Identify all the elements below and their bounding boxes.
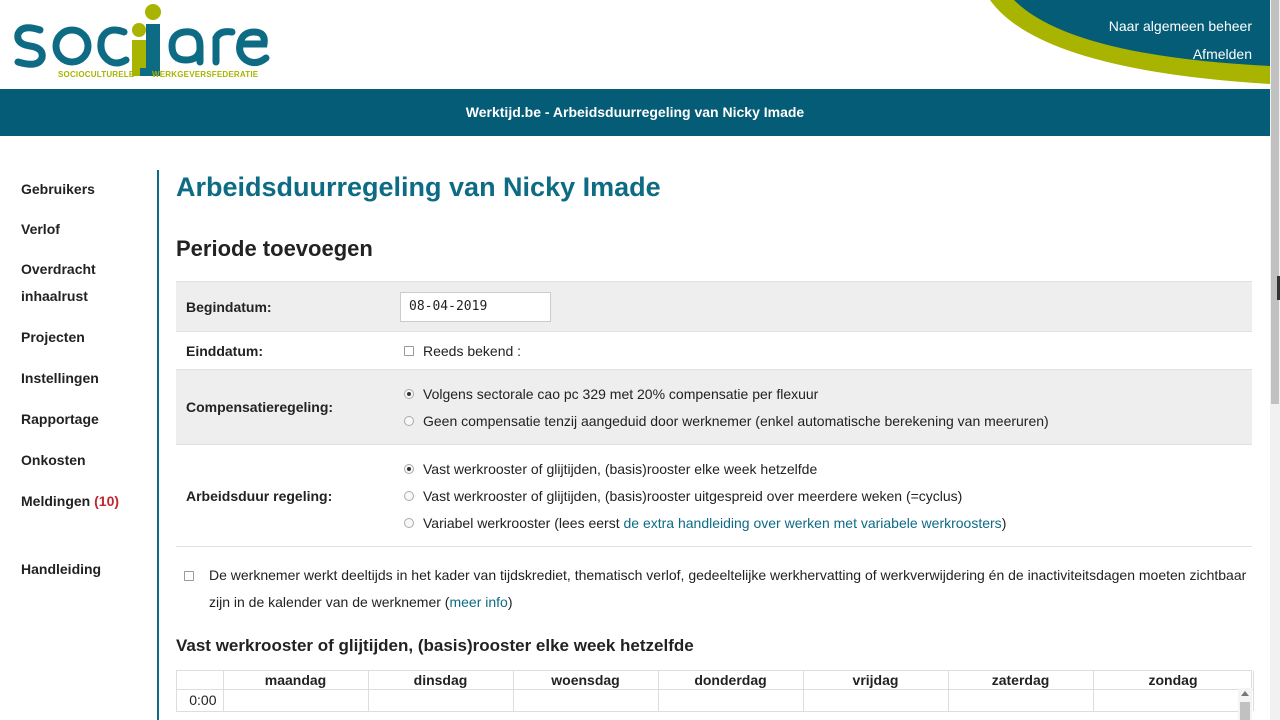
regime-option-variable-label[interactable]: Variabel werkrooster (lees eerst de extr… — [423, 515, 1006, 531]
schedule-cell[interactable] — [1093, 689, 1254, 711]
schedule-cell[interactable] — [658, 689, 804, 711]
general-admin-link[interactable]: Naar algemeen beheer — [1109, 12, 1252, 40]
compensation-row: Compensatieregeling: Volgens sectorale c… — [176, 369, 1252, 444]
day-header: woensdag — [513, 671, 659, 690]
schedule-cell[interactable] — [803, 689, 949, 711]
sidebar-item-handleiding[interactable]: Handleiding — [0, 556, 157, 583]
main-content: Arbeidsduurregeling van Nicky Imade Peri… — [176, 170, 1252, 264]
part-time-text-suffix: ) — [507, 594, 513, 610]
logout-link[interactable]: Afmelden — [1109, 40, 1252, 68]
variable-schedule-manual-link[interactable]: de extra handleiding over werken met var… — [623, 515, 1001, 531]
page-scroll-thumb[interactable] — [1271, 0, 1279, 404]
schedule-scrollbar[interactable] — [1238, 688, 1252, 720]
regime-option-variable-text: Variabel werkrooster (lees eerst — [423, 514, 624, 531]
schedule-scroll-thumb[interactable] — [1240, 702, 1250, 720]
logo-tagline-left: SOCIOCULTURELE — [58, 70, 135, 79]
regime-option-weekly-radio[interactable] — [404, 463, 414, 474]
section-heading: Periode toevoegen — [176, 236, 373, 261]
schedule-cell[interactable] — [368, 689, 514, 711]
regime-option-cycle-label[interactable]: Vast werkrooster of glijtijden, (basis)r… — [423, 488, 962, 504]
sidebar-item-rapportage[interactable]: Rapportage — [0, 406, 157, 433]
compensation-option-cao-label[interactable]: Volgens sectorale cao pc 329 met 20% com… — [423, 386, 818, 402]
compensation-label: Compensatieregeling: — [186, 399, 334, 415]
page-scrollbar[interactable] — [1270, 0, 1280, 720]
day-header: maandag — [223, 671, 369, 690]
compensation-option-none-label[interactable]: Geen compensatie tenzij aangeduid door w… — [423, 413, 1049, 429]
begin-date-input[interactable]: 08-04-2019 — [400, 291, 551, 322]
schedule-section-title: Vast werkrooster of glijtijden, (basis)r… — [176, 636, 694, 655]
sidebar-item-label: inhaalrust — [21, 288, 88, 304]
end-date-known-checkbox[interactable] — [404, 345, 414, 356]
page-title: Arbeidsduurregeling van Nicky Imade — [176, 172, 661, 202]
app-window: SOCIOCULTURELE WERKGEVERSFEDERATIE Naar … — [0, 0, 1280, 720]
sidebar-item-instellingen[interactable]: Instellingen — [0, 365, 157, 392]
time-label: 0:00 — [177, 689, 224, 711]
schedule-header-row: maandag dinsdag woensdag donderdag vrijd… — [177, 671, 1254, 690]
day-header: zondag — [1093, 671, 1254, 690]
day-header: zaterdag — [948, 671, 1094, 690]
part-time-note: De werknemer werkt deeltijds in het kade… — [176, 562, 1252, 616]
schedule-cell[interactable] — [513, 689, 659, 711]
day-header: vrijdag — [803, 671, 949, 690]
page-banner: Werktijd.be - Arbeidsduurregeling van Ni… — [0, 89, 1270, 136]
account-links: Naar algemeen beheer Afmelden — [1109, 12, 1252, 68]
day-header: dinsdag — [368, 671, 514, 690]
regime-option-weekly-label[interactable]: Vast werkrooster of glijtijden, (basis)r… — [423, 461, 817, 477]
end-date-row: Einddatum: Reeds bekend : — [176, 331, 1252, 369]
sidebar-item-label: Overdracht — [21, 261, 96, 277]
regime-option-cycle-radio[interactable] — [404, 490, 414, 501]
sidebar: Gebruikers Verlof Overdracht inhaalrust … — [0, 170, 159, 720]
period-form: Begindatum: 08-04-2019 Einddatum: Reeds … — [176, 281, 1252, 547]
begin-date-row: Begindatum: 08-04-2019 — [176, 281, 1252, 331]
end-date-known-label[interactable]: Reeds bekend : — [423, 343, 521, 359]
day-header: donderdag — [658, 671, 804, 690]
regime-label: Arbeidsduur regeling: — [186, 487, 333, 504]
sidebar-item-gebruikers[interactable]: Gebruikers — [0, 176, 157, 203]
part-time-checkbox[interactable] — [184, 571, 194, 581]
sidebar-item-meldingen[interactable]: Meldingen (10) — [0, 488, 157, 515]
regime-row: Arbeidsduur regeling: Vast werkrooster o… — [176, 444, 1252, 547]
schedule-table: maandag dinsdag woensdag donderdag vrijd… — [177, 671, 1254, 711]
sidebar-item-label: Meldingen — [21, 493, 91, 509]
regime-link-suffix: ) — [1001, 514, 1007, 531]
more-info-link[interactable]: meer info — [449, 594, 507, 610]
part-time-text[interactable]: De werknemer werkt deeltijds in het kade… — [176, 562, 1252, 616]
sidebar-item-projecten[interactable]: Projecten — [0, 324, 157, 351]
schedule-cell[interactable] — [223, 689, 369, 711]
part-time-text-body: De werknemer werkt deeltijds in het kade… — [209, 567, 1247, 610]
weekly-schedule-grid: maandag dinsdag woensdag donderdag vrijd… — [176, 670, 1254, 712]
sidebar-item-verlof[interactable]: Verlof — [0, 216, 157, 243]
begin-date-label: Begindatum: — [186, 298, 272, 315]
regime-option-variable-radio[interactable] — [404, 517, 414, 528]
schedule-time-row: 0:00 — [177, 689, 1254, 711]
compensation-option-cao-radio[interactable] — [404, 388, 414, 399]
sidebar-item-onkosten[interactable]: Onkosten — [0, 447, 157, 474]
compensation-option-none-radio[interactable] — [404, 415, 414, 426]
logo-tagline-right: WERKGEVERSFEDERATIE — [152, 70, 259, 79]
end-date-label: Einddatum: — [186, 342, 263, 359]
schedule-cell[interactable] — [948, 689, 1094, 711]
scroll-up-arrow-icon[interactable] — [1241, 691, 1249, 696]
site-header: SOCIOCULTURELE WERKGEVERSFEDERATIE Naar … — [0, 0, 1270, 89]
notification-count-badge: (10) — [94, 493, 120, 509]
sidebar-item-overdracht-inhaalrust[interactable]: Overdracht inhaalrust — [0, 256, 157, 310]
time-column-header — [177, 671, 224, 690]
